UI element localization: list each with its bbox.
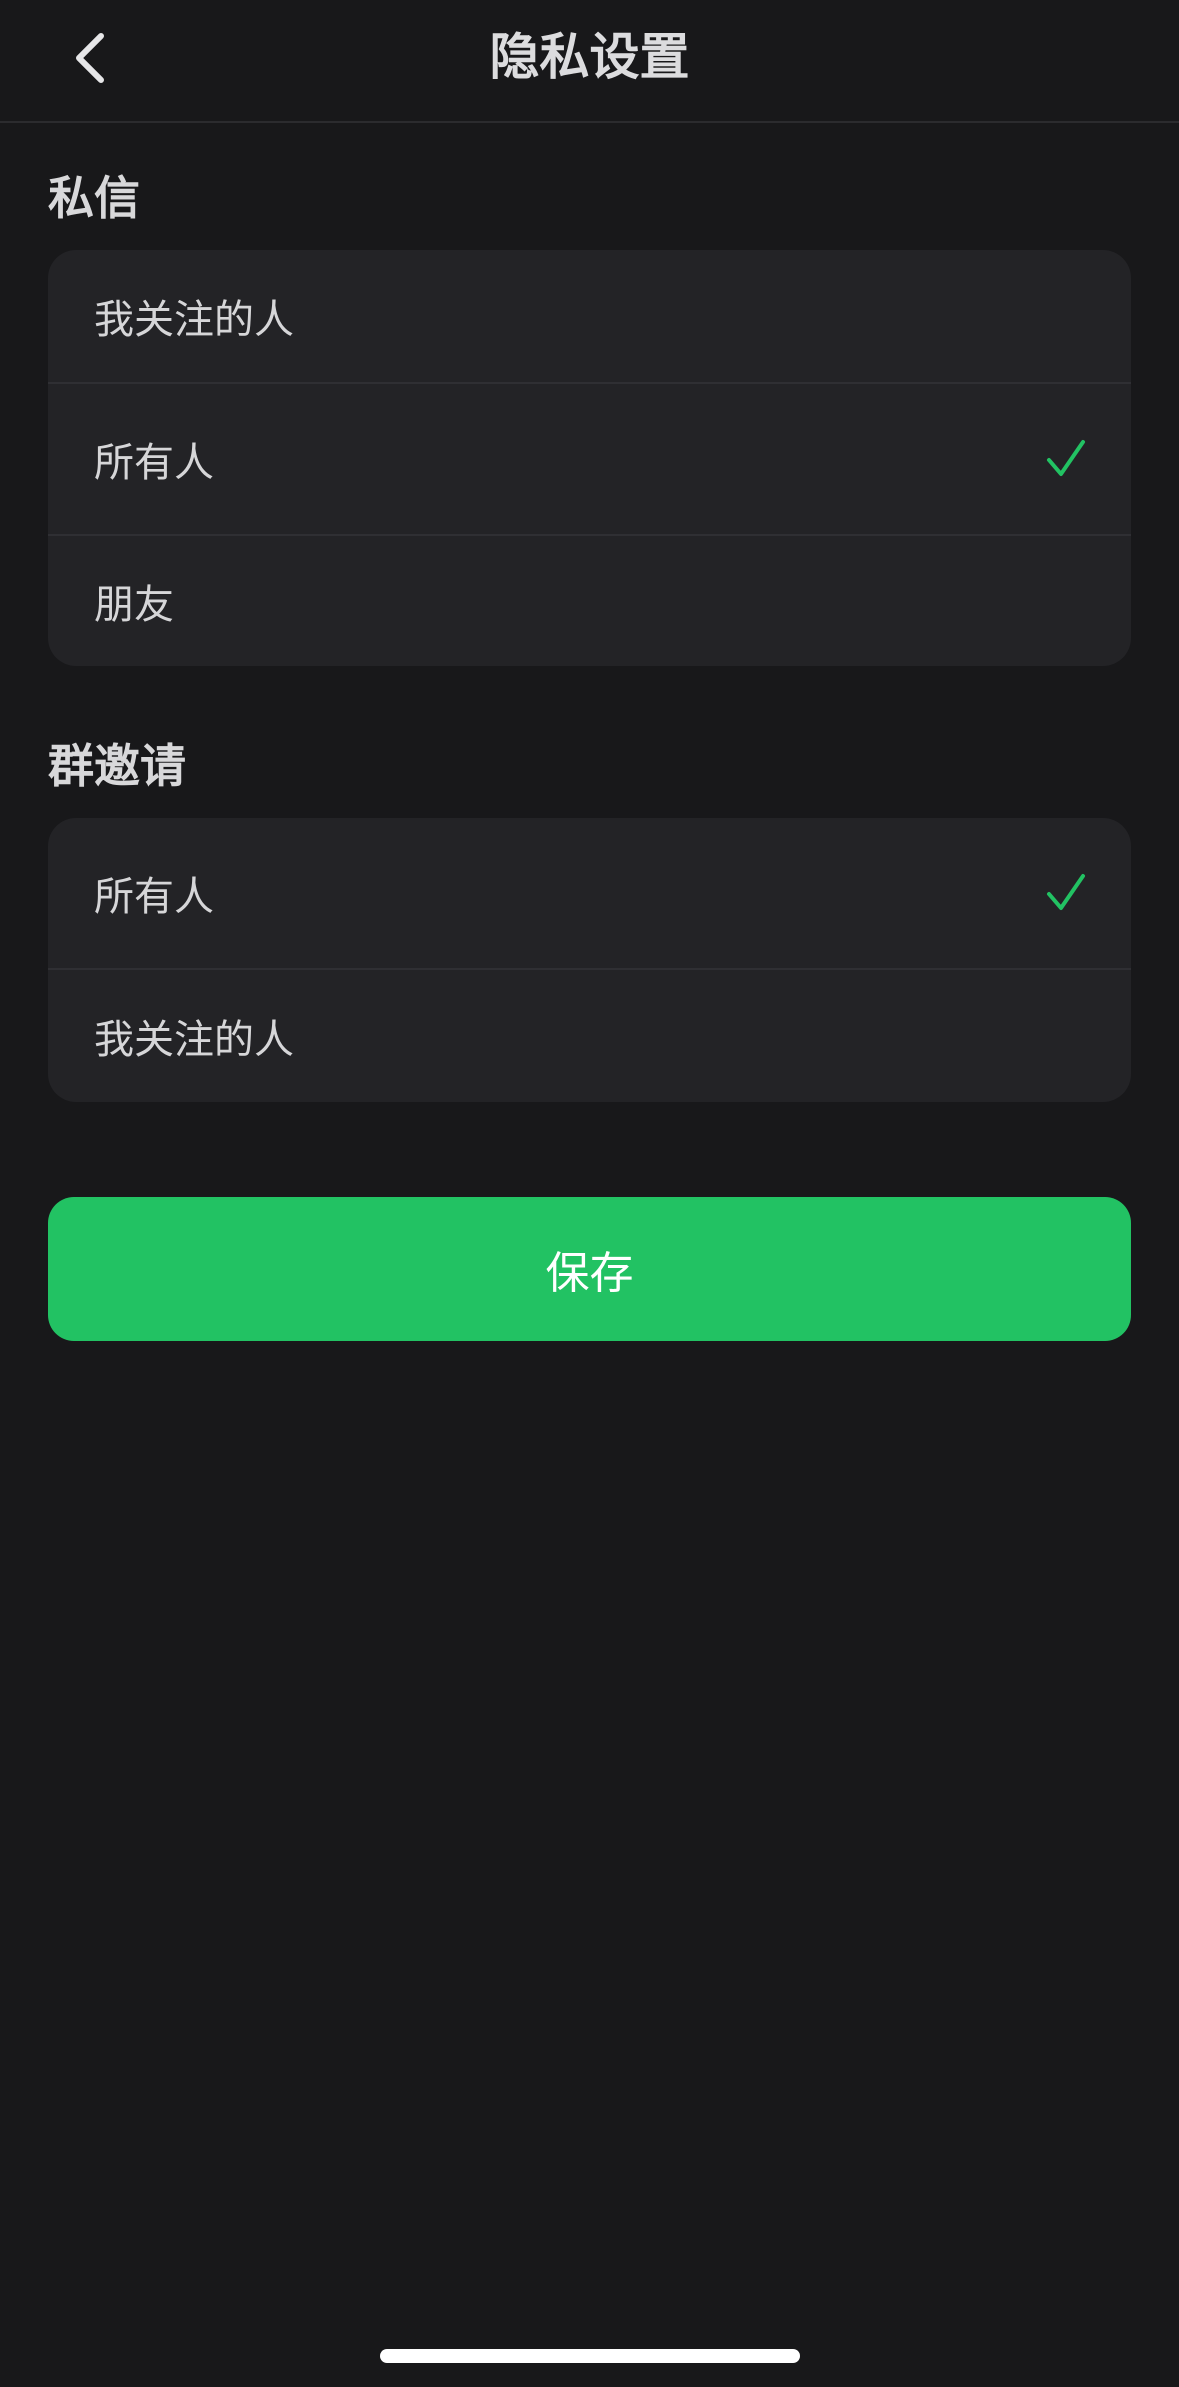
top-nav-bar: 隐私设置 xyxy=(0,0,1179,123)
option-row[interactable]: 我关注的人 xyxy=(48,250,1131,382)
option-row[interactable]: 我关注的人 xyxy=(48,968,1131,1102)
checkmark-icon xyxy=(1047,874,1085,910)
checkmark-icon xyxy=(1047,440,1085,476)
option-row[interactable]: 朋友 xyxy=(48,534,1131,666)
group-invite-options-card: 所有人 我关注的人 xyxy=(48,818,1131,1102)
section-label-group-invite: 群邀请 xyxy=(48,739,186,793)
option-row[interactable]: 所有人 xyxy=(48,382,1131,534)
option-label: 朋友 xyxy=(94,582,174,628)
section-label-direct-message: 私信 xyxy=(48,171,140,225)
option-label: 所有人 xyxy=(94,440,214,486)
page-title: 隐私设置 xyxy=(489,28,690,86)
option-label: 我关注的人 xyxy=(94,297,294,343)
direct-message-options-card: 我关注的人 所有人 朋友 xyxy=(48,250,1131,666)
option-label: 所有人 xyxy=(94,874,214,920)
save-button[interactable]: 保存 xyxy=(48,1197,1131,1341)
option-label: 我关注的人 xyxy=(94,1017,294,1063)
option-row[interactable]: 所有人 xyxy=(48,818,1131,968)
home-indicator[interactable] xyxy=(380,2349,800,2363)
